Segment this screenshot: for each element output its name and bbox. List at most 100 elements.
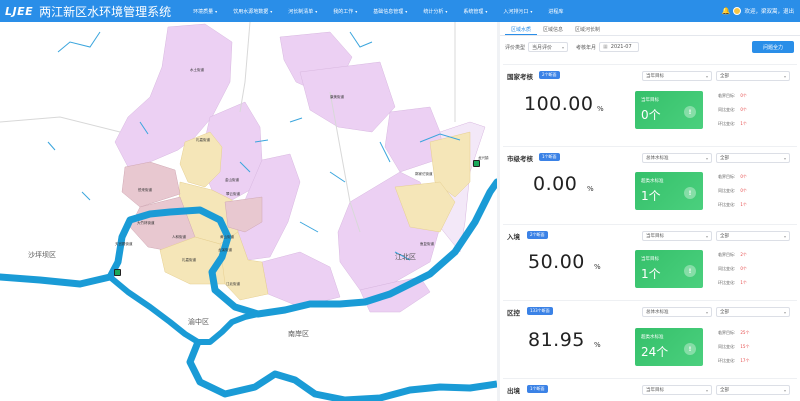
app-logo: LJEE (5, 4, 34, 18)
bell-icon[interactable]: 🔔 (722, 7, 731, 15)
card-national: 国家考核 2个断面 当年目标 ▾ 全部 ▾ 100.00 % 当年目标 0个 ! 临… (503, 64, 797, 141)
chevron-down-icon: ▾ (705, 73, 708, 79)
card-header: 国家考核 2个断面 当年目标 ▾ 全部 ▾ (503, 69, 797, 81)
chevron-down-icon: ▾ (783, 387, 786, 393)
scope-select-value: 全部 (720, 74, 729, 79)
target-select[interactable]: 当年目标 ▾ (642, 385, 712, 395)
month-value: 2021-07 (610, 44, 632, 50)
box-count: 1个 (641, 267, 661, 281)
target-select[interactable]: 总体水标准 ▾ (642, 307, 712, 317)
chevron-down-icon: ▾ (445, 8, 448, 14)
section-count-badge[interactable]: 133个断面 (527, 307, 553, 315)
target-summary-box[interactable]: 当年目标 0个 ! (635, 91, 703, 129)
nav-item-river-chief[interactable]: 河长制清单 ▾ (280, 8, 325, 15)
metric-value: 0个 (740, 174, 747, 179)
percent-unit: % (594, 341, 601, 349)
target-select-value: 当年目标 (646, 74, 664, 79)
monitoring-station-marker[interactable] (114, 269, 121, 276)
section-count-badge[interactable]: 2个断面 (527, 231, 548, 239)
app-title: 两江新区水环境管理系统 (39, 4, 172, 19)
nav-item-my-work[interactable]: 我的工作 ▾ (325, 8, 365, 15)
metric-critical: 临界目标: 0个 (718, 174, 747, 180)
metric-value: 2个 (740, 252, 747, 257)
metric-label: 同比变化: (718, 344, 736, 349)
target-summary-box[interactable]: 超类水标准 24个 ! (635, 328, 703, 366)
statistics-panel: 区域水质 区域信息 区域河长制 评价类型 当月评价 ▾ 考核年月 ▦ 2021-07… (500, 22, 800, 401)
tab-region-info[interactable]: 区域信息 (537, 22, 569, 35)
monitoring-station-marker[interactable] (473, 160, 480, 167)
tab-river-chief[interactable]: 区域河长制 (569, 22, 606, 35)
tab-water-quality[interactable]: 区域水质 (505, 22, 538, 35)
scope-select[interactable]: 全部 ▾ (716, 231, 790, 241)
card-outbound: 出境 1个断面 当年目标 ▾ 全部 ▾ (503, 378, 797, 401)
card-title: 出境 (507, 387, 520, 395)
section-count-badge[interactable]: 2个断面 (539, 71, 560, 79)
nav-label: 基础信息管理 (373, 8, 404, 15)
map-label-jiangbei: 江北区 (395, 253, 416, 261)
chevron-down-icon: ▾ (405, 8, 408, 14)
alert-icon: ! (684, 106, 696, 118)
box-label: 当年目标 (641, 257, 659, 262)
map-view[interactable]: 沙坪坝区 渝中区 南岸区 江北区 水土街道 康美街道 礼嘉街道 悦来街道 金山街… (0, 22, 497, 401)
box-count: 0个 (641, 108, 661, 122)
target-summary-box[interactable]: 超类水标准 1个 ! (635, 172, 703, 210)
nav-item-system[interactable]: 系统管理 ▾ (455, 8, 495, 15)
scope-select[interactable]: 全部 ▾ (716, 153, 790, 163)
section-count-badge[interactable]: 1个断面 (539, 153, 560, 161)
chevron-down-icon: ▾ (783, 155, 786, 161)
top-header: LJEE 两江新区水环境管理系统 环境质量 ▾ 饮用水源地数据 ▾ 河长制清单 ▾ 我… (0, 0, 800, 22)
scope-select[interactable]: 全部 ▾ (716, 385, 790, 395)
chevron-down-icon: ▾ (783, 233, 786, 239)
metric-mom: 环比变化: 17个 (718, 358, 749, 364)
scope-select[interactable]: 全部 ▾ (716, 71, 790, 81)
card-title: 入境 (507, 233, 520, 241)
chevron-down-icon: ▾ (355, 8, 358, 14)
nav-label: 进程库 (548, 8, 564, 15)
metric-label: 同比变化: (718, 266, 736, 271)
map-label-guojiatuo: 郭家沱街道 (415, 172, 433, 176)
map-label-tianqi: 天宫殿街道 (115, 242, 133, 246)
avatar[interactable] (733, 7, 742, 15)
metric-value: 15个 (740, 344, 750, 349)
chevron-down-icon: ▾ (705, 309, 708, 315)
target-select[interactable]: 总体水标准 ▾ (642, 153, 712, 163)
target-select[interactable]: 当年目标 ▾ (642, 231, 712, 241)
section-count-badge[interactable]: 1个断面 (527, 385, 548, 393)
chevron-down-icon: ▾ (215, 8, 218, 14)
metric-label: 同比变化: (718, 188, 736, 193)
map-label-longxi: 龙溪街道 (218, 248, 232, 252)
metric-critical: 临界目标: 0个 (718, 93, 747, 99)
nav-item-drinking-water[interactable]: 饮用水源地数据 ▾ (225, 8, 280, 15)
month-picker[interactable]: ▦ 2021-07 (599, 42, 640, 52)
metric-mom: 环比变化: 1个 (718, 280, 747, 286)
nav-label: 饮用水源地数据 (233, 8, 269, 15)
map-label-shapingba: 沙坪坝区 (28, 251, 56, 259)
target-select[interactable]: 当年目标 ▾ (642, 71, 712, 81)
chevron-down-icon: ▾ (705, 387, 708, 393)
target-summary-box[interactable]: 当年目标 1个 ! (635, 250, 703, 288)
scope-select[interactable]: 全部 ▾ (716, 307, 790, 317)
card-header: 市级考核 1个断面 总体水标准 ▾ 全部 ▾ (503, 151, 797, 163)
metric-label: 环比变化: (718, 121, 736, 126)
nav-item-environment-quality[interactable]: 环境质量 ▾ (185, 8, 225, 15)
metric-value: 0个 (740, 107, 747, 112)
map-canvas[interactable] (0, 22, 497, 401)
card-district: 区控 133个断面 总体水标准 ▾ 全部 ▾ 81.95 % 超类水标准 24个 !… (503, 300, 797, 375)
scope-select-value: 全部 (720, 388, 729, 393)
metric-value: 1个 (740, 280, 747, 285)
nav-item-statistics[interactable]: 统计分析 ▾ (415, 8, 455, 15)
metric-yoy: 同比变化: 0个 (718, 107, 747, 113)
chevron-down-icon: ▾ (270, 8, 273, 14)
nav-item-outfalls[interactable]: 入河排污口 ▾ (495, 8, 540, 15)
nav-item-process[interactable]: 进程库 (540, 8, 571, 15)
nav-label: 统计分析 (423, 8, 444, 15)
box-count: 1个 (641, 189, 661, 203)
eval-type-select[interactable]: 当月评价 ▾ (528, 42, 569, 52)
map-label-cuiyun: 翠云街道 (226, 192, 240, 196)
query-button[interactable]: 问题全力 (752, 41, 794, 53)
user-greeting[interactable]: 欢迎，梁双嵩，退出 (744, 7, 794, 15)
nav-item-basic-info[interactable]: 基础信息管理 ▾ (365, 8, 415, 15)
calendar-icon: ▦ (603, 44, 608, 50)
box-label: 当年目标 (641, 98, 659, 103)
metric-label: 临界目标: (718, 252, 736, 257)
